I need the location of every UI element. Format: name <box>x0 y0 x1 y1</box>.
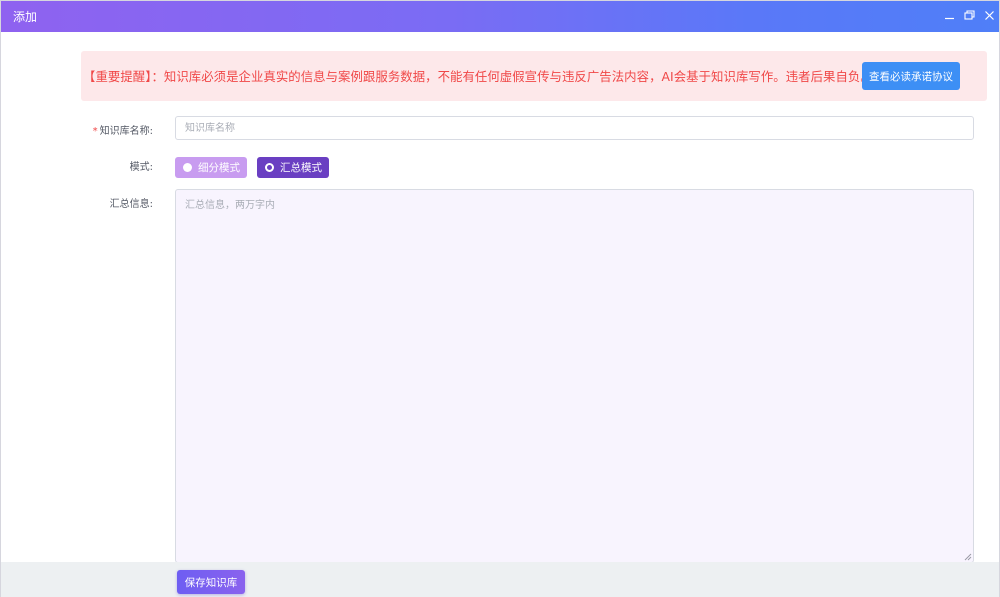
window-title: 添加 <box>13 10 38 24</box>
dialog-window: 添加 【重要提醒】：知识库必须是企业真实的信息与案例跟服务数据，不能有任何虚假宣… <box>0 0 1000 597</box>
close-icon[interactable] <box>984 9 995 21</box>
mode-option-label: 汇总模式 <box>280 162 322 174</box>
footer-bar: 保存知识库 <box>1 562 999 597</box>
title-bar[interactable]: 添加 <box>1 1 999 32</box>
mode-option-label: 细分模式 <box>198 162 240 174</box>
mode-option-summary[interactable]: 汇总模式 <box>257 157 329 178</box>
minimize-icon[interactable] <box>944 9 955 21</box>
notice-text: 【重要提醒】：知识库必须是企业真实的信息与案例跟服务数据，不能有任何虚假宣传与违… <box>83 69 873 84</box>
summary-info-textarea[interactable] <box>175 189 974 563</box>
save-knowledge-base-button[interactable]: 保存知识库 <box>177 570 245 594</box>
required-mark: * <box>92 126 98 137</box>
name-label-row: * 知识库名称: <box>61 122 153 137</box>
mode-label: 模式: <box>129 162 153 173</box>
radio-checked-icon <box>265 163 274 172</box>
knowledge-base-name-input[interactable] <box>175 116 974 140</box>
view-agreement-button[interactable]: 查看必读承诺协议 <box>862 62 960 90</box>
name-label: 知识库名称: <box>99 126 153 137</box>
restore-icon[interactable] <box>964 9 975 21</box>
resize-grip-icon[interactable] <box>963 552 972 561</box>
radio-unchecked-icon <box>183 163 192 172</box>
important-notice: 【重要提醒】：知识库必须是企业真实的信息与案例跟服务数据，不能有任何虚假宣传与违… <box>81 51 987 101</box>
summary-label: 汇总信息: <box>109 199 153 210</box>
window-controls <box>944 9 995 21</box>
mode-option-detail[interactable]: 细分模式 <box>175 157 247 178</box>
